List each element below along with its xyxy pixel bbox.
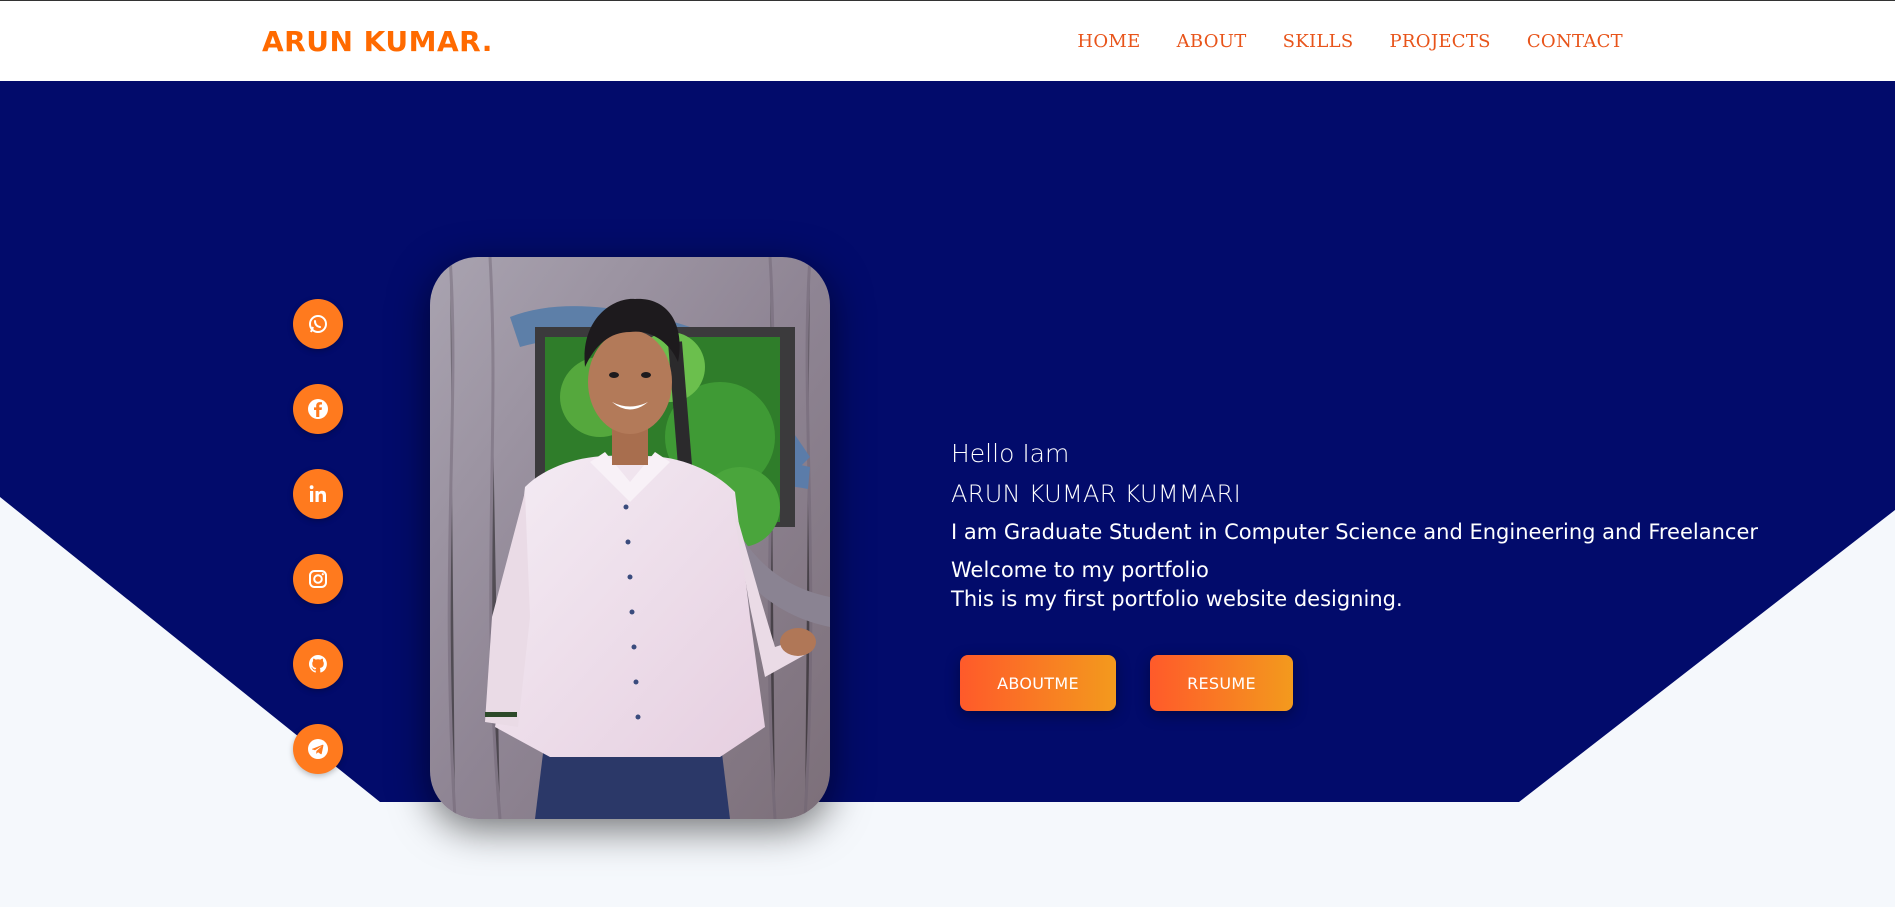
linkedin-icon[interactable] — [293, 469, 343, 519]
full-name: ARUN KUMAR KUMMARI — [951, 480, 1241, 508]
main-nav: HOME ABOUT SKILLS PROJECTS CONTACT — [1077, 31, 1623, 52]
facebook-icon[interactable] — [293, 384, 343, 434]
instagram-icon[interactable] — [293, 554, 343, 604]
first-site-text: This is my first portfolio website desig… — [951, 587, 1403, 611]
about-me-button[interactable]: ABOUTME — [960, 655, 1116, 711]
nav-skills-link[interactable]: SKILLS — [1283, 31, 1354, 52]
site-logo[interactable]: ARUN KUMAR. — [262, 25, 493, 58]
intro-text: Hello Iam ARUN KUMAR KUMMARI I am Gradua… — [951, 439, 1758, 611]
telegram-icon[interactable] — [293, 724, 343, 774]
top-navbar: ARUN KUMAR. HOME ABOUT SKILLS PROJECTS C… — [0, 0, 1895, 81]
github-icon[interactable] — [293, 639, 343, 689]
resume-button[interactable]: RESUME — [1150, 655, 1293, 711]
hello-text: Hello Iam — [951, 439, 1070, 468]
hero-section: Hello Iam ARUN KUMAR KUMMARI I am Gradua… — [0, 81, 1895, 819]
nav-projects-link[interactable]: PROJECTS — [1390, 31, 1491, 52]
profile-photo — [430, 257, 830, 819]
hero-buttons: ABOUTME RESUME — [960, 655, 1293, 711]
whatsapp-icon[interactable] — [293, 299, 343, 349]
nav-contact-link[interactable]: CONTACT — [1527, 31, 1623, 52]
nav-home-link[interactable]: HOME — [1077, 31, 1140, 52]
social-links — [293, 299, 343, 774]
tagline: I am Graduate Student in Computer Scienc… — [951, 520, 1759, 544]
welcome-text: Welcome to my portfolio — [951, 558, 1209, 582]
nav-about-link[interactable]: ABOUT — [1177, 31, 1247, 52]
